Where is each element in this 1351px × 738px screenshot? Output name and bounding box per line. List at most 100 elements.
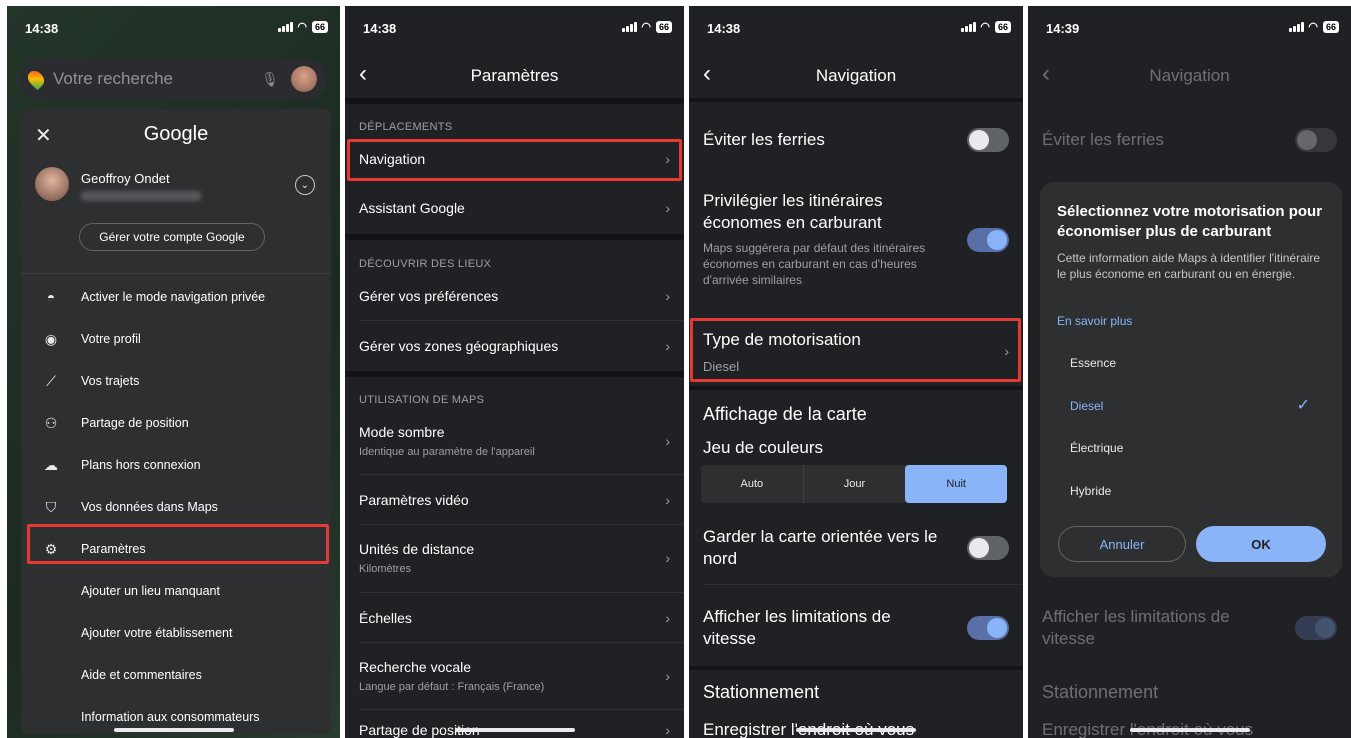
chevron-down-icon[interactable]: ⌄	[295, 175, 315, 195]
menu-item-location-sharing[interactable]: ⚇ Partage de position	[21, 402, 331, 444]
location-sharing-icon: ⚇	[44, 414, 58, 431]
cancel-button[interactable]: Annuler	[1058, 526, 1186, 562]
learn-more-link[interactable]: En savoir plus	[1057, 314, 1132, 328]
row-dark-mode[interactable]: Mode sombre Identique au paramètre de l'a…	[345, 416, 684, 466]
option-essence[interactable]: Essence	[1070, 356, 1116, 370]
account-name: Geoffroy Ondet	[81, 171, 170, 186]
row-video[interactable]: Paramètres vidéo ›	[345, 478, 684, 522]
row-text: Privilégier les itinéraires économes en …	[703, 190, 943, 288]
menu-title: Google	[143, 123, 209, 145]
row-assistant[interactable]: Assistant Google ›	[345, 186, 684, 230]
account-email-blurred	[81, 191, 201, 201]
speed-toggle[interactable]	[967, 616, 1009, 640]
timeline-icon: ⟋	[46, 372, 56, 389]
row-voice[interactable]: Recherche vocale Langue par défaut : Fran…	[345, 651, 684, 701]
wifi-icon: ◠	[1308, 21, 1318, 33]
divider	[345, 234, 684, 240]
section-header: UTILISATION DE MAPS	[359, 394, 485, 406]
avatar[interactable]	[291, 66, 317, 92]
row-eco-routes[interactable]: Privilégier les itinéraires économes en …	[689, 190, 1023, 290]
chevron-right-icon: ›	[665, 288, 670, 304]
menu-item-offline-maps[interactable]: ☁ Plans hors connexion	[21, 444, 331, 486]
account-menu: ✕ Google Geoffroy Ondet ⌄ Gérer votre co…	[21, 109, 331, 734]
segment-auto[interactable]: Auto	[701, 465, 803, 503]
row-zones[interactable]: Gérer vos zones géographiques ›	[345, 324, 684, 368]
menu-item-label: Activer le mode navigation privée	[81, 290, 266, 304]
option-diesel[interactable]: Diesel	[1070, 399, 1103, 413]
section-title: Stationnement	[703, 682, 820, 702]
row-label: Gérer vos zones géographiques	[359, 338, 559, 354]
signal-icon	[278, 21, 293, 32]
home-indicator	[796, 728, 916, 732]
row-speed-limits[interactable]: Afficher les limitations de vitesse	[689, 604, 1023, 652]
divider	[689, 386, 1023, 390]
chevron-right-icon: ›	[665, 338, 670, 354]
menu-item-incognito[interactable]: ◓ Activer le mode navigation privée	[21, 276, 331, 318]
section-header: DÉPLACEMENTS	[359, 121, 453, 133]
row-label: Garder la carte orientée vers le nord	[703, 527, 938, 568]
engine-type-dialog: Sélectionnez votre motorisation pour éco…	[1040, 182, 1342, 577]
row-label: Assistant Google	[359, 200, 465, 216]
chevron-right-icon: ›	[665, 610, 670, 626]
row-units[interactable]: Unités de distance Kilomètres ›	[345, 533, 684, 583]
search-bar[interactable]: Votre recherche 🎙	[19, 58, 327, 100]
status-icons: ◠ 66	[622, 20, 672, 33]
menu-item-label: Vos données dans Maps	[81, 500, 218, 514]
dialog-description: Cette information aide Maps à identifier…	[1057, 251, 1321, 281]
status-time: 14:38	[363, 21, 397, 36]
section-map-display: Affichage de la carte	[689, 402, 1023, 426]
menu-item-help[interactable]: Aide et commentaires	[21, 654, 331, 696]
status-bar: 14:39 ◠ 66	[1028, 6, 1351, 52]
segment-nuit[interactable]: Nuit	[905, 465, 1008, 503]
menu-item-label: Vos trajets	[81, 374, 140, 388]
ok-button[interactable]: OK	[1196, 526, 1326, 562]
divider	[21, 273, 331, 274]
status-icons: ◠ 66	[961, 20, 1011, 33]
screen-maps-menu: 14:38 ◠ 66 Votre recherche 🎙 ✕ Google Ge…	[7, 6, 340, 738]
status-bar: 14:38 ◠ 66	[7, 6, 340, 52]
row-avoid-ferries[interactable]: Éviter les ferries	[689, 118, 1023, 162]
menu-item-label: Ajouter votre établissement	[81, 626, 233, 640]
color-scheme-selector: Auto Jour Nuit	[701, 465, 1008, 503]
menu-item-label: Plans hors connexion	[81, 458, 201, 472]
manage-account-button[interactable]: Gérer votre compte Google	[79, 223, 265, 251]
search-input[interactable]: Votre recherche	[53, 69, 261, 89]
page-title: Paramètres	[470, 66, 559, 85]
dialog-title: Sélectionnez votre motorisation pour éco…	[1057, 203, 1323, 240]
wifi-icon: ◠	[297, 21, 307, 33]
row-divider	[359, 592, 684, 593]
menu-item-profile[interactable]: ◉ Votre profil	[21, 318, 331, 360]
row-north-up[interactable]: Garder la carte orientée vers le nord	[689, 524, 1023, 572]
menu-item-add-place[interactable]: Ajouter un lieu manquant	[21, 570, 331, 612]
chevron-right-icon: ›	[665, 433, 670, 449]
status-bar: 14:38 ◠ 66	[689, 6, 1023, 52]
north-toggle[interactable]	[967, 536, 1009, 560]
row-scales[interactable]: Échelles ›	[345, 596, 684, 640]
eco-toggle[interactable]	[967, 228, 1009, 252]
wifi-icon: ◠	[980, 21, 990, 33]
option-hybride[interactable]: Hybride	[1070, 484, 1111, 498]
microphone-icon[interactable]: 🎙	[261, 71, 279, 88]
option-electrique[interactable]: Électrique	[1070, 441, 1123, 455]
row-label: Recherche vocale	[359, 659, 472, 675]
row-preferences[interactable]: Gérer vos préférences ›	[345, 274, 684, 318]
battery-icon: 66	[655, 20, 672, 33]
ferries-toggle[interactable]	[967, 128, 1009, 152]
row-label: Paramètres vidéo	[359, 492, 469, 508]
section-parking: Stationnement	[1028, 680, 1351, 704]
menu-item-timeline[interactable]: ⟋ Vos trajets	[21, 360, 331, 402]
menu-item-label: Ajouter un lieu manquant	[81, 584, 220, 598]
menu-item-add-business[interactable]: Ajouter votre établissement	[21, 612, 331, 654]
screen-navigation-settings: 14:38 ◠ 66 ‹ Navigation Éviter les ferri…	[689, 6, 1023, 738]
status-bar: 14:38 ◠ 66	[345, 6, 684, 52]
divider	[689, 666, 1023, 670]
row-speed-limits: Afficher les limitations de vitesse	[1028, 604, 1351, 652]
row-text: Recherche vocale Langue par défaut : Fran…	[359, 659, 544, 693]
divider	[345, 371, 684, 377]
row-sublabel: Identique au paramètre de l'appareil	[359, 446, 535, 458]
segment-jour[interactable]: Jour	[802, 465, 906, 503]
menu-item-data[interactable]: ⛉ Vos données dans Maps	[21, 486, 331, 528]
section-header: DÉCOUVRIR DES LIEUX	[359, 258, 492, 270]
signal-icon	[1289, 21, 1304, 32]
row-divider	[359, 474, 684, 475]
